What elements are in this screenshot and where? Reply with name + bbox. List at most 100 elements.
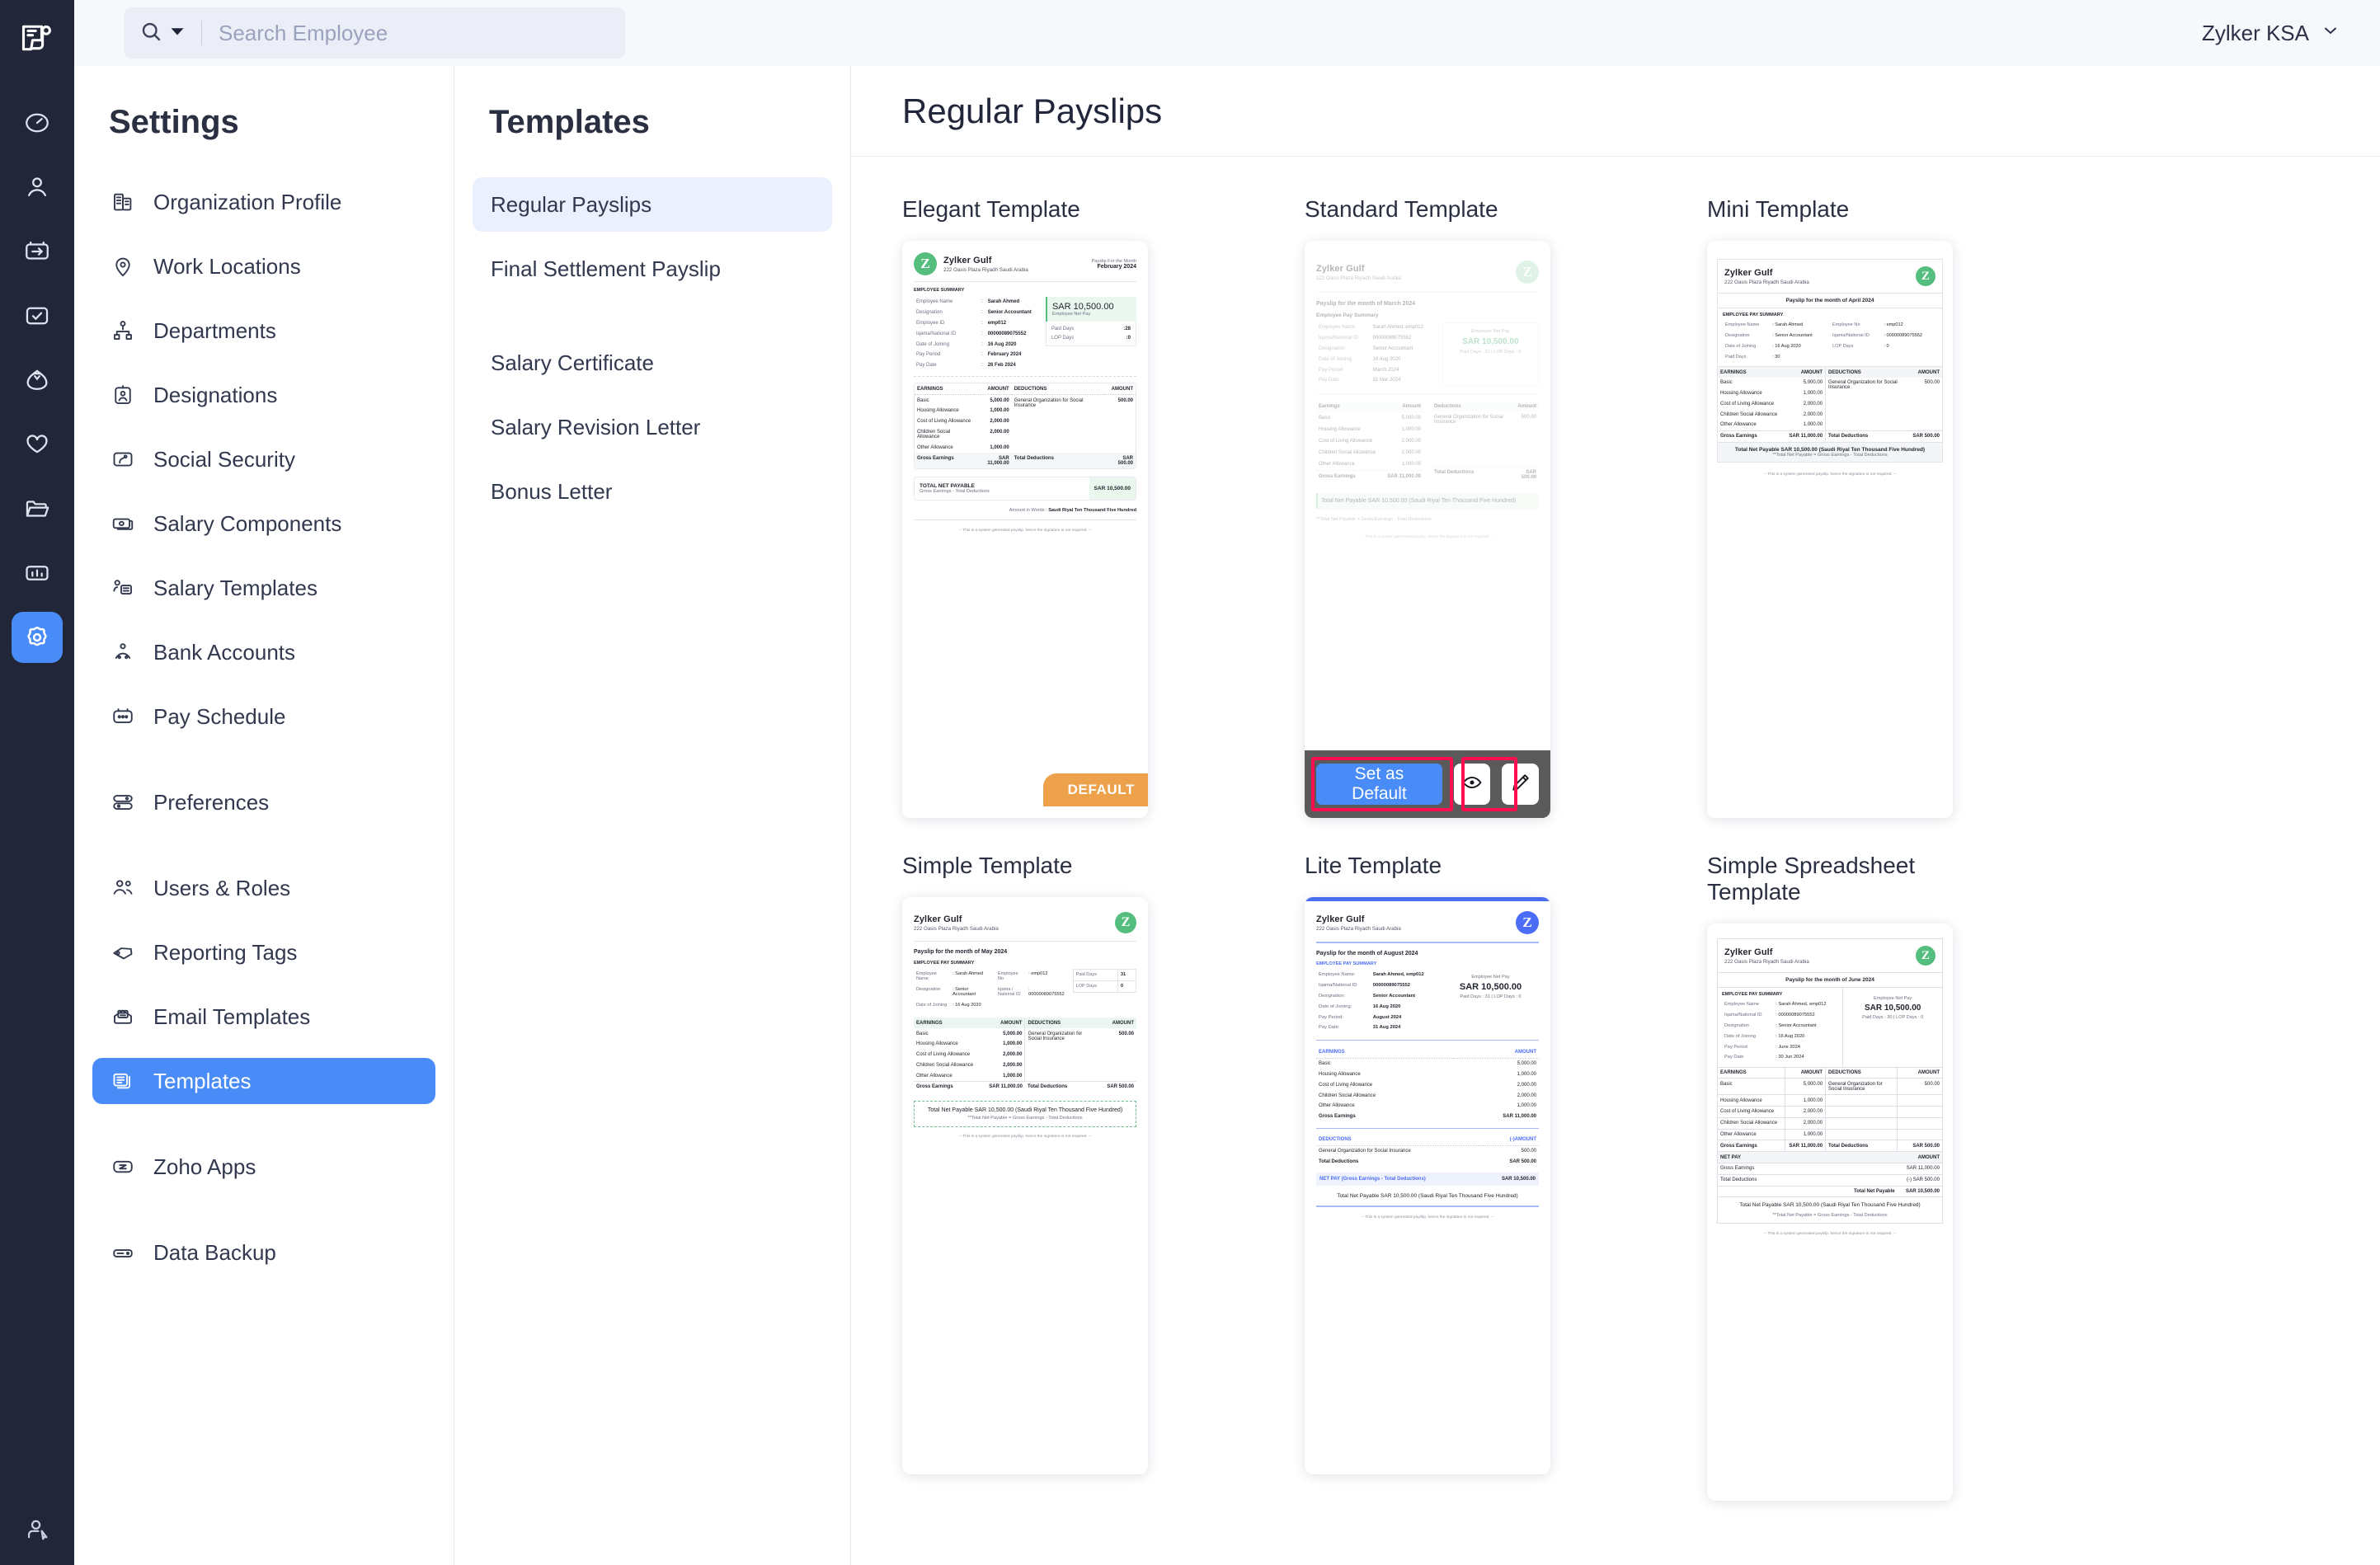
field-value: Senior Accountant [985,308,1039,318]
netpay-row-label: NET PAY (Gross Earnings - Total Deductio… [1319,1177,1426,1182]
total-deductions-amount: SAR 500.00 [1509,468,1539,483]
sidebar-item-preferences[interactable]: Preferences [92,779,435,825]
rail-item-documents[interactable] [12,483,63,534]
net-pay-label: Employee Net Pay [1442,975,1539,980]
earning-amount: 2,000.00 [1382,448,1423,459]
earning-label: Basic [1316,1058,1453,1069]
total-deductions-label: Total Deductions [1826,1140,1898,1152]
template-preview-card[interactable]: Zylker Gulf222 Oasis Plaza Riyadh Saudi … [1305,897,1550,1474]
edit-template-button[interactable] [1502,764,1539,805]
nav-group-separator [74,1208,454,1229]
deduction-label: General Organization for Social Insuranc… [1316,1145,1484,1156]
template-nav-salary-certificate[interactable]: Salary Certificate [473,336,832,390]
rail-item-settings[interactable] [12,612,63,663]
template-nav-regular-payslips[interactable]: Regular Payslips [473,177,832,232]
sidebar-item-data-backup[interactable]: Data Backup [92,1229,435,1276]
amount-header: AMOUNT [974,383,1012,394]
summary-field: Designation: Senior AccountantIqama/Nati… [1723,331,1937,341]
earning-row: Other Allowance1,000.00 [1316,458,1423,471]
field-label: Designation [914,308,979,318]
lop-days-value: :0 [1127,336,1131,341]
earning-label: Children Social Allowance [1718,409,1785,420]
paid-days-value: 31 [1117,970,1136,981]
sidebar-item-organization-profile[interactable]: Organization Profile [92,179,435,225]
sidebar-item-pay-schedule[interactable]: Pay Schedule [92,693,435,740]
template-card-spreadsheet[interactable]: Simple Spreadsheet TemplateZylker Gulf22… [1707,853,1953,1501]
sidebar-item-reporting-tags[interactable]: Reporting Tags [92,929,435,975]
sidebar-item-salary-components[interactable]: Salary Components [92,501,435,547]
field-label: Pay Date [914,360,979,371]
earning-amount: 1,000.00 [974,442,1012,453]
earning-amount: 2,000.00 [974,416,1012,427]
app-logo-icon[interactable] [14,15,60,61]
summary-field: Employee ID:emp012 [914,318,1039,329]
sidebar-item-zoho-apps[interactable]: Zoho Apps [92,1144,435,1190]
sidebar-item-designations[interactable]: Designations [92,372,435,418]
field-value: : Sarah Ahmed [1770,320,1830,331]
rail-item-user-account[interactable] [0,1516,74,1544]
rail-item-leave[interactable] [12,226,63,277]
template-preview-card[interactable]: ZZylker Gulf222 Oasis Plaza Riyadh Saudi… [902,241,1148,818]
rail-item-reports[interactable] [12,548,63,599]
email-icon [111,1004,135,1029]
template-nav-bonus-letter[interactable]: Bonus Letter [473,464,832,519]
earnings-header: EARNINGS [1718,367,1785,378]
set-as-default-button[interactable]: Set as Default [1316,764,1442,805]
field-value: : 0 [1881,341,1937,352]
search-scope-selector[interactable] [139,19,185,48]
global-search-bar[interactable] [124,7,625,59]
earning-label: Cost of Living Allowance [1718,398,1785,409]
org-switcher[interactable]: Zylker KSA [2202,21,2340,46]
sidebar-item-salary-templates[interactable]: Salary Templates [92,565,435,611]
employee-summary-heading: EMPLOYEE SUMMARY [914,288,1136,293]
rail-item-approvals[interactable] [12,290,63,341]
rail-item-employees[interactable] [12,162,63,213]
template-card-simple[interactable]: Simple TemplateZylker Gulf222 Oasis Plaz… [902,853,1148,1501]
earning-row: Housing Allowance1,000.00 [1316,1069,1539,1080]
rail-item-benefits[interactable] [12,419,63,470]
template-preview-card[interactable]: Zylker Gulf222 Oasis Plaza Riyadh Saudi … [1707,923,1953,1501]
templates-list-pane: Templates Regular PayslipsFinal Settleme… [454,66,851,1565]
payslip-row: Other Allowance1,000.00 [1718,1129,1942,1140]
deduction-row: General Organization for Social Insuranc… [1316,1145,1539,1156]
template-nav-salary-revision-letter[interactable]: Salary Revision Letter [473,400,832,454]
field-label: Employee Name: [1316,970,1371,980]
company-logo-icon: Z [1516,911,1539,934]
template-nav-label: Bonus Letter [491,479,612,505]
earning-row: Cost of Living Allowance2,000.00 [1316,1079,1539,1090]
payslip-heading: Payslip for the month of April 2024 [1718,294,1942,308]
sidebar-item-bank-accounts[interactable]: Bank Accounts [92,629,435,675]
lop-days-value: 0 [1117,980,1136,992]
template-card-lite[interactable]: Lite TemplateZylker Gulf222 Oasis Plaza … [1305,853,1550,1501]
sidebar-item-templates[interactable]: Templates [92,1058,435,1104]
sidebar-item-departments[interactable]: Departments [92,308,435,354]
field-value: : Senior Accountant [1773,1021,1838,1032]
system-note: -- This is a system generated payslip, h… [914,1135,1136,1139]
sidebar-item-label: Reporting Tags [153,940,297,966]
tag-icon [111,940,135,965]
template-card-elegant[interactable]: Elegant TemplateZZylker Gulf222 Oasis Pl… [902,196,1148,818]
sidebar-item-social-security[interactable]: Social Security [92,436,435,482]
template-card-mini[interactable]: Mini TemplateZylker Gulf222 Oasis Plaza … [1707,196,1953,818]
amount-header: AMOUNT [1785,367,1826,378]
rail-item-payroll[interactable] [12,355,63,406]
template-card-standard[interactable]: Standard TemplateZylker Gulf222 Oasis Pl… [1305,196,1550,818]
sidebar-item-work-locations[interactable]: Work Locations [92,243,435,289]
deduction-amount [1898,1095,1942,1107]
template-preview-card[interactable]: Zylker Gulf222 Oasis Plaza Riyadh Saudi … [902,897,1148,1474]
sidebar-item-label: Templates [153,1069,252,1094]
search-input[interactable] [219,21,581,46]
template-preview-card[interactable]: Zylker Gulf222 Oasis Plaza Riyadh Saudi … [1707,241,1953,818]
payslip-preview-simple: Zylker Gulf222 Oasis Plaza Riyadh Saudi … [902,897,1148,1474]
template-preview-card[interactable]: Zylker Gulf222 Oasis Plaza Riyadh Saudi … [1305,241,1550,818]
rail-item-dashboard[interactable] [12,97,63,148]
earning-amount: 2,000.00 [1382,436,1423,448]
field-label: Designation [1722,1021,1773,1032]
sidebar-item-users-roles[interactable]: Users & Roles [92,865,435,911]
sidebar-item-email-templates[interactable]: Email Templates [92,994,435,1040]
field-label: Pay Period [914,350,979,360]
total-net-amount: SAR 10,500.00 [1089,477,1136,500]
amount-in-words: Saudi Riyal Ten Thousand Five Hundred [1048,508,1136,513]
preview-template-button[interactable] [1454,764,1491,805]
template-nav-final-settlement-payslip[interactable]: Final Settlement Payslip [473,242,832,296]
